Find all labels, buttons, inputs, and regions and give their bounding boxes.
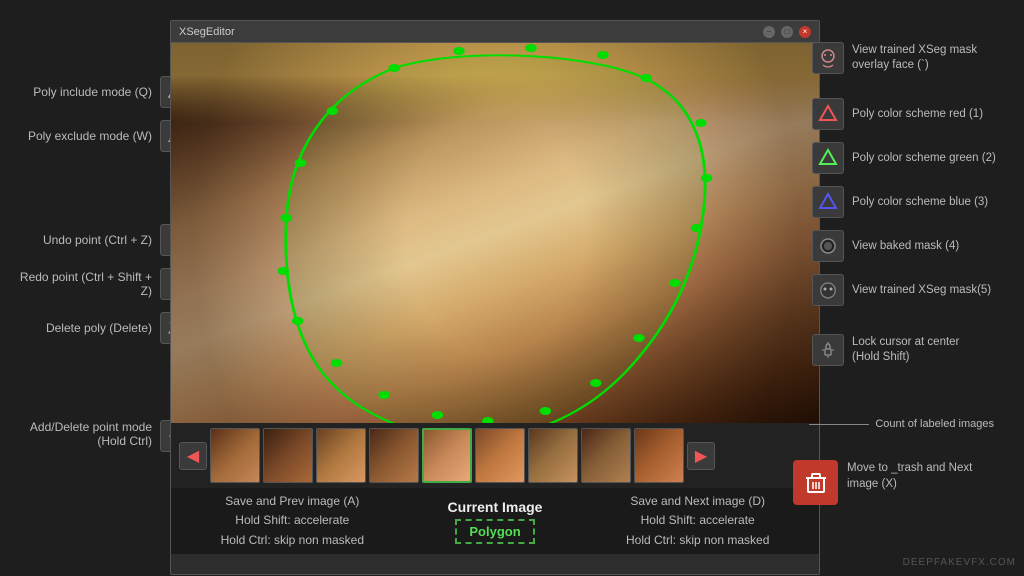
thumbnail-2[interactable] — [263, 428, 313, 483]
undo-point-label: Undo point (Ctrl + Z) — [43, 233, 152, 247]
image-area: 01057_0.jpg 80 labeled — [171, 43, 819, 423]
xseg-overlay-item: View trained XSeg maskoverlay face (`) — [812, 38, 1016, 78]
poly-green-item: Poly color scheme green (2) — [812, 138, 1016, 178]
save-prev-label: Save and Prev image (A) Hold Shift: acce… — [191, 492, 394, 550]
bottom-right: Save and Next image (D) Hold Shift: acce… — [596, 492, 799, 550]
poly-blue-item: Poly color scheme blue (3) — [812, 182, 1016, 222]
poly-green-label: Poly color scheme green (2) — [852, 151, 996, 166]
bottom-bar: Save and Prev image (A) Hold Shift: acce… — [171, 488, 819, 554]
count-annotation-text: Count of labeled images — [875, 418, 994, 430]
minimize-button[interactable]: − — [763, 26, 775, 38]
thumbnail-8[interactable] — [581, 428, 631, 483]
poly-include-label: Poly include mode (Q) — [33, 85, 152, 99]
xseg-mask-item: View trained XSeg mask(5) — [812, 270, 1016, 310]
save-next-label: Save and Next image (D) Hold Shift: acce… — [596, 492, 799, 550]
face-polygon-svg — [171, 43, 819, 423]
thumbnail-strip: ◀ ▶ — [171, 423, 819, 488]
lock-cursor-item: Lock cursor at center(Hold Shift) — [812, 330, 1016, 370]
baked-mask-label: View baked mask (4) — [852, 239, 959, 254]
baked-mask-item: View baked mask (4) — [812, 226, 1016, 266]
lock-cursor-label: Lock cursor at center(Hold Shift) — [852, 335, 959, 365]
face-image — [171, 43, 819, 423]
window-title: XSegEditor — [179, 26, 235, 38]
thumbnail-1[interactable] — [210, 428, 260, 483]
baked-mask-icon[interactable] — [812, 230, 844, 262]
xseg-mask-label: View trained XSeg mask(5) — [852, 283, 991, 298]
delete-poly-label: Delete poly (Delete) — [46, 321, 152, 335]
thumbnail-7[interactable] — [528, 428, 578, 483]
poly-blue-label: Poly color scheme blue (3) — [852, 195, 988, 210]
thumbnail-9[interactable] — [634, 428, 684, 483]
watermark: DEEPFAKEVFX.COM — [903, 557, 1016, 568]
current-image-title: Current Image — [394, 499, 597, 515]
count-annotation: Count of labeled images — [809, 418, 994, 430]
xseg-overlay-icon[interactable] — [812, 42, 844, 74]
prev-thumbnail-button[interactable]: ◀ — [179, 442, 207, 470]
main-window: XSegEditor − □ × — [170, 20, 820, 575]
trash-label: Move to _trash and Nextimage (X) — [847, 460, 987, 492]
right-panel: View trained XSeg maskoverlay face (`) P… — [804, 30, 1024, 378]
polygon-badge: Polygon — [455, 519, 534, 544]
thumbnail-5-active[interactable] — [422, 428, 472, 483]
redo-point-label: Redo point (Ctrl + Shift + Z) — [8, 270, 152, 298]
bottom-center: Current Image Polygon — [394, 499, 597, 544]
maximize-button[interactable]: □ — [781, 26, 793, 38]
poly-red-item: Poly color scheme red (1) — [812, 94, 1016, 134]
poly-red-label: Poly color scheme red (1) — [852, 107, 983, 122]
thumbnail-3[interactable] — [316, 428, 366, 483]
trash-button-area: Move to _trash and Nextimage (X) — [793, 460, 838, 505]
poly-green-icon[interactable] — [812, 142, 844, 174]
add-delete-point-label: Add/Delete point mode(Hold Ctrl) — [30, 420, 152, 448]
lock-cursor-icon[interactable] — [812, 334, 844, 366]
xseg-overlay-label: View trained XSeg maskoverlay face (`) — [852, 43, 977, 73]
xseg-mask-icon[interactable] — [812, 274, 844, 306]
thumbnail-6[interactable] — [475, 428, 525, 483]
trash-button[interactable] — [793, 460, 838, 505]
thumbnail-4[interactable] — [369, 428, 419, 483]
poly-exclude-label: Poly exclude mode (W) — [28, 129, 152, 143]
window-titlebar: XSegEditor − □ × — [171, 21, 819, 43]
next-thumbnail-button[interactable]: ▶ — [687, 442, 715, 470]
bottom-left: Save and Prev image (A) Hold Shift: acce… — [191, 492, 394, 550]
poly-blue-icon[interactable] — [812, 186, 844, 218]
poly-red-icon[interactable] — [812, 98, 844, 130]
